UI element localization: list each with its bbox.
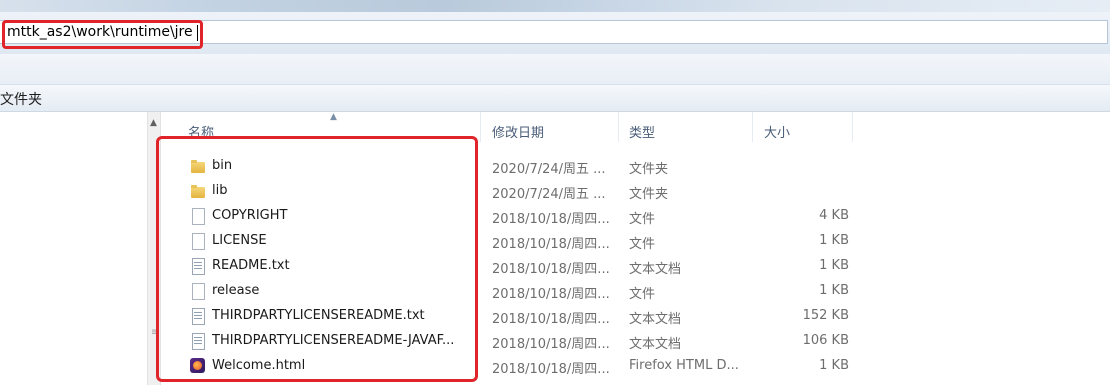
file-type: 文本文档 — [629, 337, 682, 352]
file-size: 152 KB — [802, 308, 849, 323]
file-date: 2018/10/18/周四... — [492, 337, 610, 352]
column-divider[interactable] — [618, 112, 619, 142]
file-size: 106 KB — [802, 333, 849, 348]
file-date: 2020/7/24/周五 ... — [492, 187, 606, 202]
address-highlight-box — [2, 20, 203, 49]
file-size: 1 KB — [819, 258, 849, 273]
file-date: 2018/10/18/周四... — [492, 237, 610, 252]
file-type: 文件夹 — [629, 162, 669, 177]
file-type: 文件 — [629, 287, 656, 302]
sort-ascending-icon: ▲ — [330, 112, 337, 122]
file-date: 2018/10/18/周四... — [492, 262, 610, 277]
scroll-up-arrow-icon[interactable]: ▲ — [150, 118, 157, 128]
file-date: 2018/10/18/周四... — [492, 212, 610, 227]
column-header-date[interactable]: 修改日期 — [492, 122, 544, 141]
file-type: 文本文档 — [629, 262, 682, 277]
column-divider[interactable] — [852, 112, 853, 142]
file-type: 文件 — [629, 212, 656, 227]
file-type: 文件 — [629, 237, 656, 252]
file-size: 4 KB — [819, 208, 849, 223]
window-top-bar — [0, 0, 1110, 12]
file-size: 1 KB — [819, 283, 849, 298]
column-divider[interactable] — [752, 112, 753, 142]
file-date: 2018/10/18/周四... — [492, 362, 610, 377]
breadcrumb: 文件夹 — [0, 85, 1110, 112]
file-date: 2018/10/18/周四... — [492, 312, 610, 327]
file-list-highlight-box — [156, 136, 478, 382]
breadcrumb-label: 文件夹 — [0, 92, 42, 108]
file-type: 文本文档 — [629, 312, 682, 327]
toolbar — [0, 54, 1110, 85]
file-size: 1 KB — [819, 233, 849, 248]
column-header-type[interactable]: 类型 — [629, 122, 655, 141]
column-header-size[interactable]: 大小 — [764, 122, 790, 141]
column-divider[interactable] — [480, 112, 481, 142]
file-size: 1 KB — [819, 358, 849, 373]
file-date: 2020/7/24/周五 ... — [492, 162, 606, 177]
file-type: Firefox HTML D... — [629, 358, 739, 373]
file-date: 2018/10/18/周四... — [492, 287, 610, 302]
file-type: 文件夹 — [629, 187, 669, 202]
